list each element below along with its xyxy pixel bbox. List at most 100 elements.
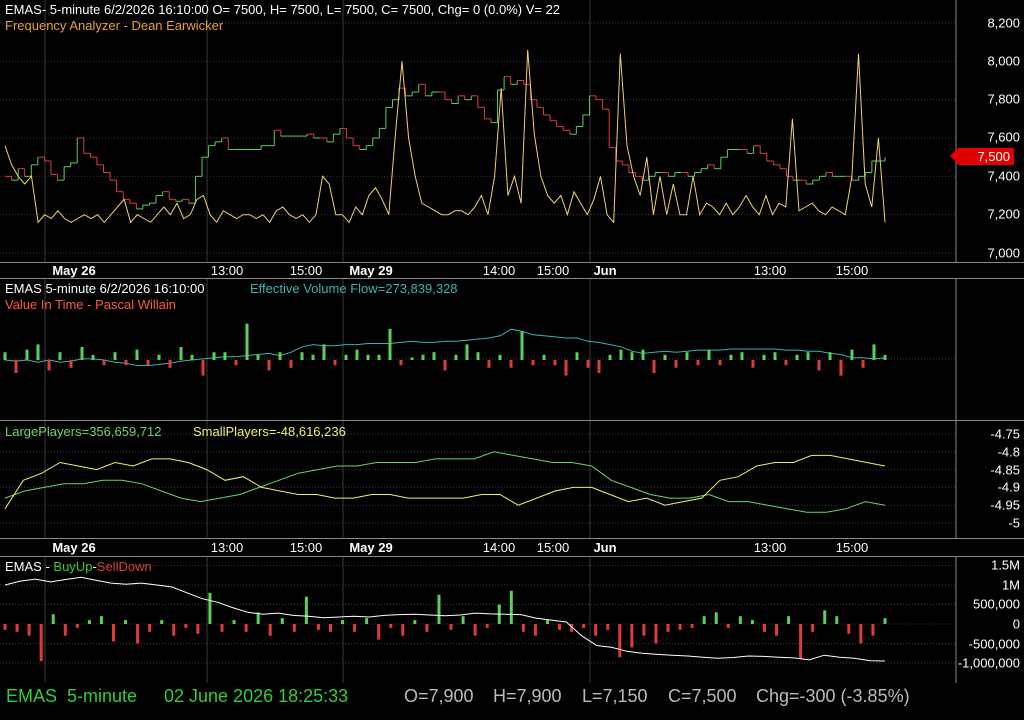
buyup-selldown-bar — [341, 620, 345, 624]
value-in-time-bar — [520, 331, 524, 360]
buyup-selldown-bar — [51, 614, 55, 624]
buyup-selldown-bar — [750, 620, 754, 624]
value-in-time-bar — [685, 352, 689, 360]
large-players-line — [4, 451, 886, 513]
value-in-time-bar — [410, 357, 414, 360]
price-panel: EMAS- 5-minute 6/2/2026 16:10:00 O= 7500… — [0, 0, 1024, 262]
buyup-selldown-bar — [654, 624, 658, 644]
value-in-time-bar — [300, 352, 304, 360]
volume-flow-panel: EMAS 5-minute 6/2/2026 16:10:00 Effectiv… — [0, 278, 1024, 421]
value-in-time-bar — [861, 360, 865, 368]
buyup-selldown-bar — [184, 624, 188, 628]
value-in-time-bar — [663, 354, 667, 360]
value-in-time-bar — [641, 349, 645, 360]
value-in-time-bar — [597, 360, 601, 373]
volume-panel-title: EMAS 5-minute 6/2/2026 16:10:00 — [5, 281, 205, 296]
value-in-time-bar — [47, 360, 51, 371]
buyup-selldown-bar — [461, 616, 465, 624]
buyup-selldown-bar — [87, 620, 91, 624]
buyup-selldown-bar — [437, 594, 441, 624]
buyup-y-tick: -500,000 — [968, 636, 1020, 652]
x-tick: 13:00 — [753, 263, 787, 278]
buyup-selldown-bar — [521, 624, 525, 632]
time-axis-top: May 26 13:00 15:00 May 29 14:00 15:00 Ju… — [0, 262, 1024, 279]
value-in-time-bar — [795, 354, 799, 360]
buyup-selldown-bar — [690, 624, 694, 628]
footer-symbol: EMAS — [6, 686, 58, 706]
buyup-selldown-bar — [847, 624, 851, 634]
x-tick: 15:00 — [835, 263, 869, 278]
value-in-time-bar — [564, 360, 568, 376]
players-y-tick: -5 — [1008, 515, 1020, 531]
footer-low: L=7,150 — [582, 686, 648, 706]
buyup-selldown-bar — [75, 624, 79, 628]
value-in-time-bar — [201, 360, 205, 376]
buyup-selldown-bar — [425, 624, 429, 632]
buyup-selldown-bar — [871, 624, 875, 636]
buyup-selldown-bar — [702, 616, 706, 624]
value-in-time-bar — [58, 352, 62, 360]
buyup-selldown-bar — [558, 624, 562, 630]
buyup-selldown-bar — [244, 624, 248, 632]
buyup-selldown-bar — [799, 624, 803, 660]
value-in-time-bar — [630, 352, 634, 360]
footer-change: Chg=-300 (-3.85%) — [756, 686, 910, 706]
buyup-selldown-panel: EMAS - BuyUp-SellDown 1.5M 1M 500,000 0 … — [0, 556, 1024, 683]
value-in-time-bar — [817, 360, 821, 371]
buyup-selldown-bar — [485, 624, 489, 628]
buyup-selldown-bar — [859, 624, 863, 644]
price-y-axis: 8,200 8,000 7,800 7,600 7,400 7,200 7,00… — [956, 0, 1024, 262]
buyup-y-tick: 1M — [1001, 577, 1020, 593]
last-price-flag: 7,500 — [950, 148, 1014, 165]
players-y-axis: -4.75 -4.8 -4.85 -4.9 -4.95 -5 — [956, 421, 1024, 539]
footer-datetime: 02 June 2026 18:25:33 — [164, 686, 349, 706]
value-in-time-bar — [344, 354, 348, 360]
large-players-label: LargePlayers=356,659,712 — [5, 424, 162, 439]
value-in-time-bar — [619, 349, 623, 360]
buyup-y-tick: 1.5M — [991, 557, 1020, 573]
value-in-time-bar — [454, 354, 458, 360]
buyup-selldown-bar — [136, 624, 140, 644]
value-in-time-bar — [278, 352, 282, 360]
players-y-tick: -4.9 — [997, 479, 1020, 495]
value-in-time-bar — [432, 352, 436, 360]
x-tick: 13:00 — [753, 540, 787, 555]
footer-high: H=7,900 — [493, 686, 562, 706]
buyup-selldown-bar — [365, 618, 369, 624]
value-in-time-bar — [190, 354, 194, 360]
value-in-time-bar — [531, 360, 535, 366]
value-in-time-bar — [850, 349, 854, 360]
buyup-title-buyup: BuyUp — [53, 559, 93, 574]
value-in-time-bar — [652, 360, 656, 373]
small-players-label: SmallPlayers=-48,616,236 — [193, 424, 346, 439]
price-y-tick: 7,000 — [987, 245, 1020, 261]
value-in-time-bar — [355, 349, 359, 360]
buyup-selldown-bar — [220, 624, 224, 632]
buyup-selldown-bar — [148, 624, 152, 632]
value-in-time-bar — [553, 360, 557, 366]
buyup-selldown-bar — [678, 624, 682, 630]
buyup-selldown-bar — [172, 624, 176, 636]
buyup-selldown-bar — [304, 596, 308, 624]
value-in-time-bar — [36, 344, 40, 360]
value-in-time-bar — [146, 360, 150, 366]
value-in-time-bar — [377, 354, 381, 360]
x-tick: Jun — [593, 540, 617, 555]
buyup-selldown-bar — [328, 624, 332, 632]
players-panel: LargePlayers=356,659,712 SmallPlayers=-4… — [0, 420, 1024, 539]
buyup-selldown-bar — [594, 624, 598, 636]
buyup-y-tick: 500,000 — [973, 596, 1020, 612]
x-tick: 15:00 — [536, 263, 570, 278]
players-y-tick: -4.85 — [990, 462, 1020, 478]
buyup-selldown-bar — [208, 592, 212, 624]
buyup-panel-title: EMAS - BuyUp-SellDown — [5, 559, 152, 574]
value-in-time-bar — [212, 352, 216, 360]
buyup-selldown-bar — [196, 624, 200, 634]
x-tick: 15:00 — [536, 540, 570, 555]
buyup-selldown-bar — [811, 624, 815, 632]
buyup-selldown-bar — [3, 624, 7, 630]
value-in-time-bar — [729, 354, 733, 360]
value-in-time-bar — [498, 354, 502, 360]
buyup-y-tick: -1,000,000 — [957, 655, 1020, 671]
value-in-time-bar — [179, 347, 183, 360]
